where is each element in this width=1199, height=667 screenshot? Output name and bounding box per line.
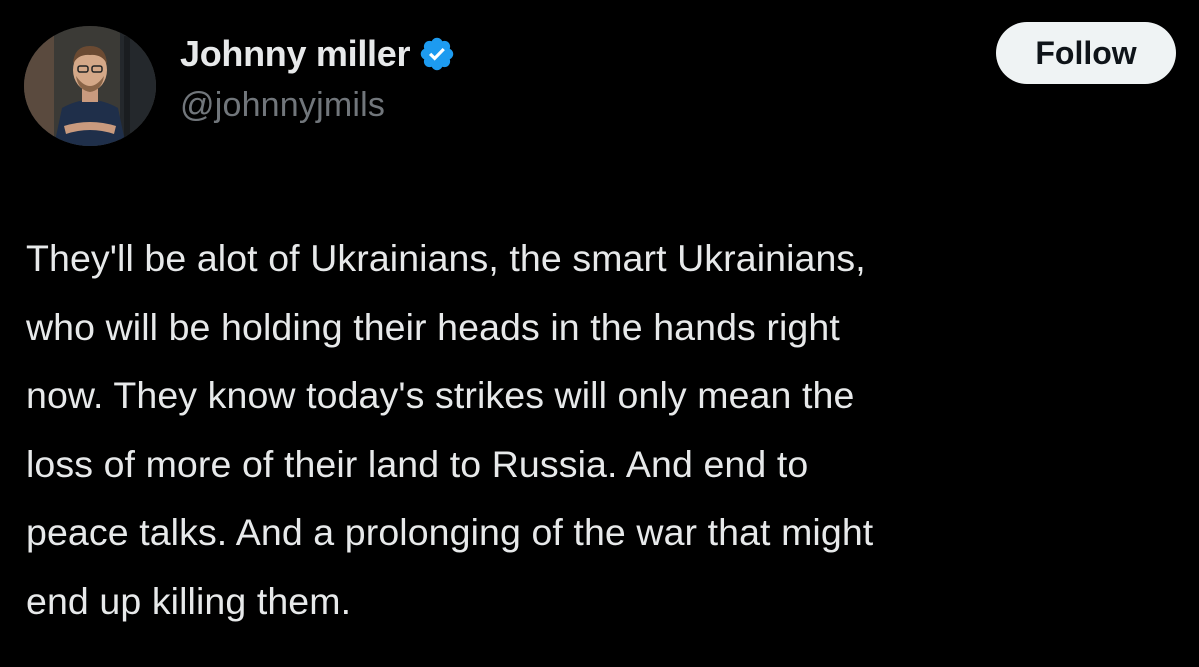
tweet-card: Johnny miller @johnnyjmils Follow They'l… bbox=[0, 0, 1199, 667]
profile-photo-icon bbox=[24, 26, 156, 146]
author-identity: Johnny miller @johnnyjmils bbox=[180, 30, 456, 125]
tweet-text-line: peace talks. And a prolonging of the war… bbox=[26, 511, 874, 553]
tweet-text-line: end up killing them. bbox=[26, 579, 352, 622]
display-name[interactable]: Johnny miller bbox=[180, 33, 410, 75]
tweet-text-line: now. They know today's strikes will only… bbox=[26, 374, 855, 416]
verified-badge-icon[interactable] bbox=[418, 35, 456, 73]
tweet-text-line: They'll be alot of Ukrainians, the smart… bbox=[26, 237, 866, 279]
tweet-text-line: loss of more of their land to Russia. An… bbox=[26, 442, 809, 485]
user-handle[interactable]: @johnnyjmils bbox=[180, 86, 456, 125]
follow-button[interactable]: Follow bbox=[996, 22, 1176, 84]
tweet-text: They'll be alot of Ukrainians, the smart… bbox=[26, 224, 1176, 635]
name-row: Johnny miller bbox=[180, 30, 456, 78]
tweet-text-line: who will be holding their heads in the h… bbox=[26, 305, 840, 348]
avatar[interactable] bbox=[24, 26, 156, 146]
